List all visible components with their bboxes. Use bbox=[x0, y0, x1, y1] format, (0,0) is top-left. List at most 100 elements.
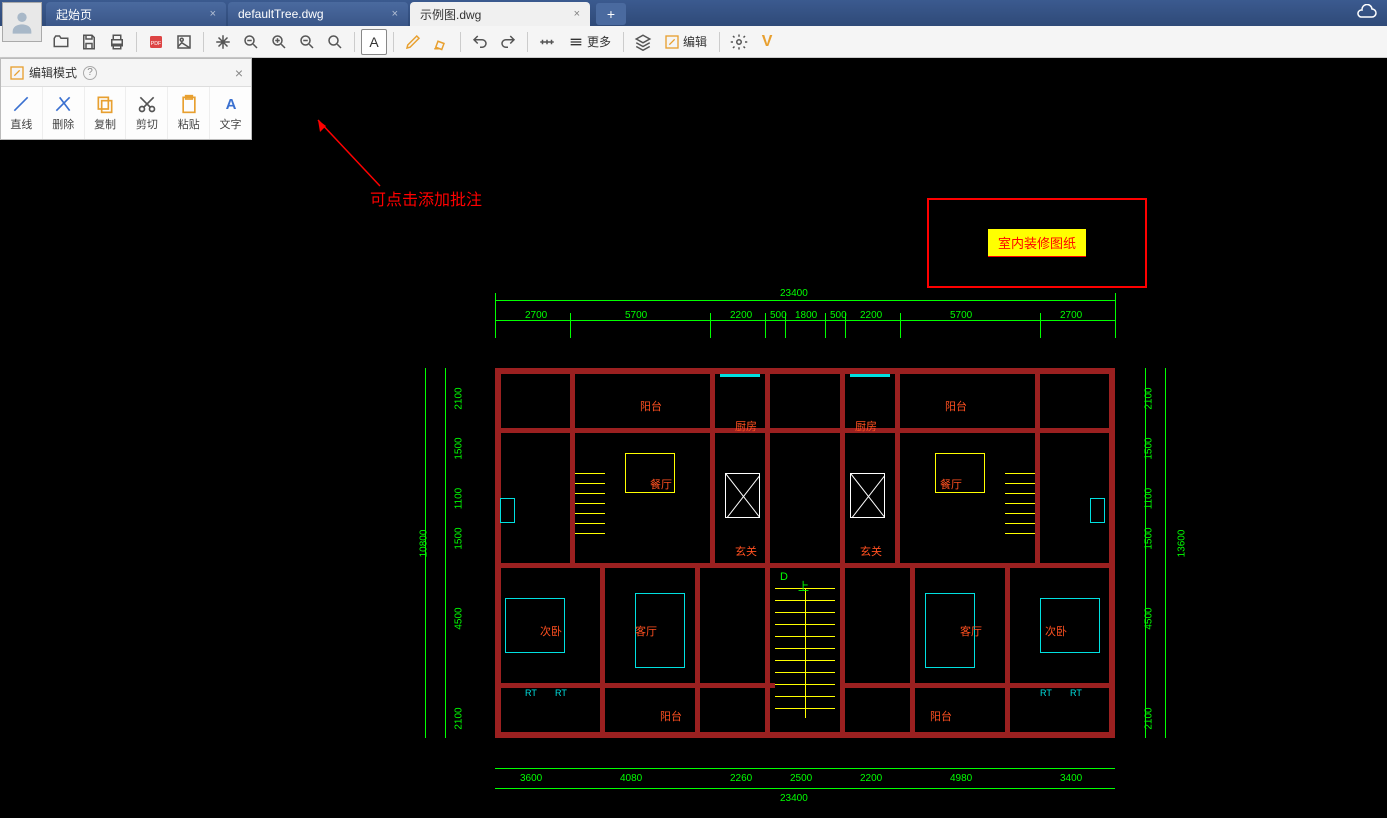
dim-seg: 2500 bbox=[790, 773, 812, 784]
window bbox=[720, 374, 760, 377]
dim-seg: 2100 bbox=[454, 387, 465, 409]
room-label-balcony: 阳台 bbox=[945, 398, 967, 414]
print-button[interactable] bbox=[104, 29, 130, 55]
dim-seg: 2100 bbox=[1144, 707, 1155, 729]
tab-example-drawing[interactable]: 示例图.dwg × bbox=[410, 2, 590, 26]
room-label-kitchen: 厨房 bbox=[735, 418, 757, 434]
wall bbox=[1035, 368, 1040, 568]
user-avatar[interactable] bbox=[2, 2, 42, 42]
wall bbox=[695, 563, 700, 738]
room-label-dining: 餐厅 bbox=[940, 476, 962, 492]
dim-seg: 2200 bbox=[860, 773, 882, 784]
wall bbox=[495, 563, 1115, 568]
toolbar-separator bbox=[136, 32, 137, 52]
dim-line bbox=[1145, 368, 1146, 738]
wall bbox=[495, 732, 1115, 738]
redo-button[interactable] bbox=[495, 29, 521, 55]
room-label-entrance: 玄关 bbox=[860, 543, 882, 559]
drawing-canvas[interactable]: 可点击添加批注 室内装修图纸 23400 2700 5700 2200 500 … bbox=[0, 58, 1387, 817]
edit-panel-header: 编辑模式 ? × bbox=[1, 59, 251, 87]
line-tool[interactable]: 直线 bbox=[1, 87, 43, 139]
pencil-button[interactable] bbox=[400, 29, 426, 55]
zoom-extents-button[interactable] bbox=[322, 29, 348, 55]
room-label-dining: 餐厅 bbox=[650, 476, 672, 492]
tab-strip: 起始页 × defaultTree.dwg × 示例图.dwg × + bbox=[46, 0, 626, 26]
toolbar-separator bbox=[460, 32, 461, 52]
wall bbox=[495, 683, 775, 688]
tab-default-tree[interactable]: defaultTree.dwg × bbox=[228, 2, 408, 26]
stairs bbox=[575, 473, 605, 543]
wall bbox=[710, 368, 715, 568]
new-tab-button[interactable]: + bbox=[596, 3, 626, 25]
window bbox=[850, 374, 890, 377]
tab-close-icon[interactable]: × bbox=[392, 8, 398, 20]
export-pdf-button[interactable]: PDF bbox=[143, 29, 169, 55]
cut-tool[interactable]: 剪切 bbox=[126, 87, 168, 139]
layers-button[interactable] bbox=[630, 29, 656, 55]
letter-a-icon: A bbox=[369, 34, 378, 50]
room-label-balcony: 阳台 bbox=[640, 398, 662, 414]
dim-tick bbox=[1115, 293, 1116, 338]
room-label-bedroom: 次卧 bbox=[540, 623, 562, 639]
dim-seg: 5700 bbox=[950, 310, 972, 321]
tool-label: 剪切 bbox=[136, 116, 158, 132]
dim-seg: 4500 bbox=[1144, 607, 1155, 629]
edit-panel-title: 编辑模式 bbox=[29, 64, 77, 81]
zoom-window-button[interactable] bbox=[238, 29, 264, 55]
dim-seg: 1800 bbox=[795, 310, 817, 321]
help-icon[interactable]: ? bbox=[83, 66, 97, 80]
dim-seg: 4080 bbox=[620, 773, 642, 784]
room-label-living: 客厅 bbox=[635, 623, 657, 639]
floor-plan: 23400 2700 5700 2200 500 1800 500 2200 5… bbox=[440, 298, 1180, 818]
svg-text:A: A bbox=[225, 96, 236, 113]
highlight-button[interactable] bbox=[428, 29, 454, 55]
room-label-living: 客厅 bbox=[960, 623, 982, 639]
dim-seg: 1500 bbox=[454, 437, 465, 459]
dim-seg: 4980 bbox=[950, 773, 972, 784]
text-tool[interactable]: A 文字 bbox=[210, 87, 251, 139]
copy-tool[interactable]: 复制 bbox=[85, 87, 127, 139]
close-icon[interactable]: × bbox=[235, 65, 243, 81]
export-image-button[interactable] bbox=[171, 29, 197, 55]
dim-left-total: 10800 bbox=[418, 530, 429, 558]
more-button[interactable]: 更多 bbox=[562, 29, 617, 55]
toolbar-separator bbox=[393, 32, 394, 52]
wall bbox=[495, 428, 1115, 433]
annotation-text-button[interactable]: A bbox=[361, 29, 387, 55]
edit-label: 编辑 bbox=[683, 33, 707, 50]
dim-seg: 3400 bbox=[1060, 773, 1082, 784]
title-bar: 起始页 × defaultTree.dwg × 示例图.dwg × + bbox=[0, 0, 1387, 26]
open-button[interactable] bbox=[48, 29, 74, 55]
wall bbox=[895, 368, 900, 568]
settings-button[interactable] bbox=[726, 29, 752, 55]
measure-button[interactable] bbox=[534, 29, 560, 55]
dim-tick bbox=[570, 313, 571, 338]
stair-label-up: 上 bbox=[798, 578, 809, 594]
tab-close-icon[interactable]: × bbox=[574, 8, 580, 20]
dim-seg: 1100 bbox=[453, 488, 464, 510]
paste-tool[interactable]: 粘贴 bbox=[168, 87, 210, 139]
tab-label: 示例图.dwg bbox=[420, 6, 481, 23]
zoom-out-button[interactable] bbox=[294, 29, 320, 55]
dim-seg: 2100 bbox=[454, 707, 465, 729]
edit-mode-panel: 编辑模式 ? × 直线 删除 复制 剪切 粘贴 A 文字 bbox=[0, 58, 252, 140]
save-button[interactable] bbox=[76, 29, 102, 55]
pan-button[interactable] bbox=[210, 29, 236, 55]
elevator bbox=[850, 473, 885, 518]
edit-mode-button[interactable]: 编辑 bbox=[658, 29, 713, 55]
vip-button[interactable]: V bbox=[754, 29, 780, 55]
tab-close-icon[interactable]: × bbox=[210, 8, 216, 20]
cloud-icon[interactable] bbox=[1355, 4, 1377, 25]
tab-start-page[interactable]: 起始页 × bbox=[46, 2, 226, 26]
toolbar-separator bbox=[719, 32, 720, 52]
dim-total-top: 23400 bbox=[780, 288, 808, 299]
undo-button[interactable] bbox=[467, 29, 493, 55]
more-label: 更多 bbox=[587, 33, 611, 50]
stairs bbox=[1005, 473, 1035, 543]
fixture bbox=[1090, 498, 1105, 523]
dim-seg: 2700 bbox=[525, 310, 547, 321]
delete-tool[interactable]: 删除 bbox=[43, 87, 85, 139]
annotation-hint-text: 可点击添加批注 bbox=[370, 186, 482, 210]
dim-line bbox=[495, 768, 1115, 769]
zoom-in-button[interactable] bbox=[266, 29, 292, 55]
